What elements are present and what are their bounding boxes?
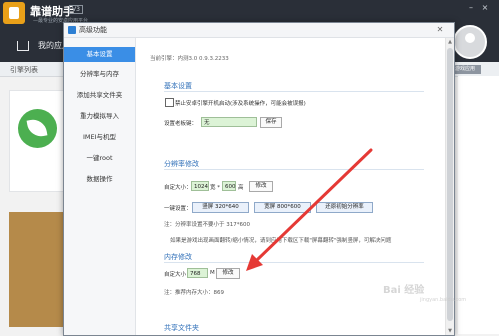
watermark-logo: Bai 经验 [383, 285, 425, 296]
watermark-url: jingyan.baidu.com [420, 297, 467, 303]
